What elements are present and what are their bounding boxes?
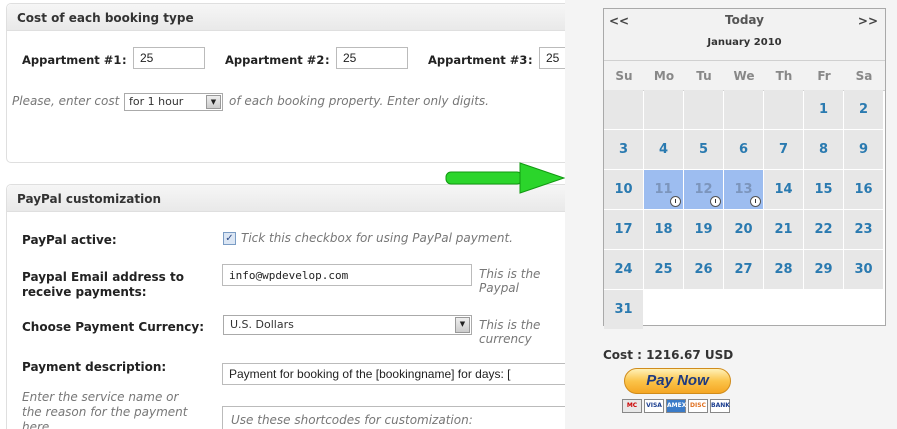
bank-icon: BANK [710, 399, 730, 413]
calendar-day[interactable]: 5 [684, 130, 723, 169]
discover-icon: DISC [688, 399, 708, 413]
paypal-email-input[interactable] [222, 264, 472, 286]
calendar: << Today >> January 2010 Su Mo Tu We Th … [603, 8, 886, 329]
calendar-blank-cell [724, 90, 763, 129]
shortcodes-textarea[interactable]: Use these shortcodes for customization: [222, 406, 565, 429]
calendar-header: << Today >> January 2010 [604, 9, 885, 61]
calendar-month-title: January 2010 [707, 37, 782, 48]
cost-period-value: for 1 hour [129, 95, 184, 108]
appartment-3-colon: : [528, 53, 533, 67]
calendar-day[interactable]: 19 [684, 210, 723, 249]
paypal-email-label-1: Paypal Email address to [22, 270, 184, 284]
next-month-button[interactable]: >> [858, 14, 878, 28]
weekday-we: We [733, 69, 755, 83]
calendar-day[interactable]: 22 [804, 210, 843, 249]
paypal-email-label-2: receive payments: [22, 285, 147, 299]
cost-hint-after: of each booking property. Enter only dig… [229, 94, 489, 108]
weekday-tu: Tu [696, 69, 712, 83]
payment-description-input[interactable] [222, 363, 565, 385]
pay-now-button[interactable]: Pay Now [624, 368, 731, 394]
weekday-sa: Sa [855, 69, 873, 83]
currency-hint: This is the currency [479, 318, 541, 346]
cost-period-select[interactable]: for 1 hour ▼ [124, 93, 223, 111]
paypal-active-checkbox[interactable]: ✓ [223, 232, 236, 245]
appartment-3-cost-input[interactable] [539, 47, 565, 69]
calendar-day[interactable]: 21 [764, 210, 803, 249]
calendar-day[interactable]: 30 [844, 250, 883, 289]
calendar-day[interactable]: 25 [644, 250, 683, 289]
calendar-day[interactable]: 11 [644, 170, 683, 209]
currency-label: Choose Payment Currency: [22, 320, 205, 334]
clock-icon [670, 196, 681, 207]
booking-cost-panel: Cost of each booking type [6, 3, 565, 163]
calendar-day[interactable]: 16 [844, 170, 883, 209]
payment-description-label: Payment description: [22, 360, 167, 374]
calendar-blank-cell [764, 90, 803, 129]
appartment-1-colon: : [122, 53, 127, 67]
calendar-day[interactable]: 4 [644, 130, 683, 169]
calendar-day[interactable]: 27 [724, 250, 763, 289]
calendar-day[interactable]: 13 [724, 170, 763, 209]
currency-select[interactable]: U.S. Dollars ▼ [223, 315, 472, 335]
calendar-day[interactable]: 14 [764, 170, 803, 209]
appartment-1-cost-input[interactable] [133, 47, 205, 69]
calendar-day[interactable]: 28 [764, 250, 803, 289]
paypal-active-hint: Tick this checkbox for using PayPal paym… [241, 231, 513, 245]
calendar-day[interactable]: 29 [804, 250, 843, 289]
visa-icon: VISA [644, 399, 664, 413]
appartment-3-label: Appartment #3 [428, 53, 528, 67]
currency-value: U.S. Dollars [230, 318, 294, 331]
calendar-day[interactable]: 23 [844, 210, 883, 249]
calendar-day[interactable]: 7 [764, 130, 803, 169]
description-help-1: Enter the service name or [22, 390, 179, 404]
weekday-mo: Mo [653, 69, 675, 83]
calendar-day[interactable]: 3 [604, 130, 643, 169]
weekday-fr: Fr [817, 69, 831, 83]
booking-cost-title: Cost of each booking type [7, 4, 565, 31]
appartment-2-colon: : [325, 53, 330, 67]
shortcodes-text: Use these shortcodes for customization: [231, 413, 473, 427]
calendar-day[interactable]: 20 [724, 210, 763, 249]
appartment-1-label: Appartment #1 [22, 53, 122, 67]
calendar-day[interactable]: 26 [684, 250, 723, 289]
clock-icon [710, 196, 721, 207]
settings-area: Cost of each booking type Appartment #1 … [0, 0, 565, 429]
total-cost: Cost : 1216.67 USD [603, 348, 734, 362]
description-help-2: the reason for the payment [22, 405, 188, 419]
calendar-day[interactable]: 6 [724, 130, 763, 169]
calendar-day[interactable]: 8 [804, 130, 843, 169]
calendar-blank-cell [684, 90, 723, 129]
calendar-day[interactable]: 10 [604, 170, 643, 209]
calendar-day[interactable]: 2 [844, 90, 883, 129]
calendar-day[interactable]: 15 [804, 170, 843, 209]
paypal-active-label: PayPal active: [22, 233, 117, 247]
mastercard-icon: MC [622, 399, 642, 413]
appartment-2-cost-input[interactable] [336, 47, 408, 69]
today-button[interactable]: Today [604, 13, 885, 27]
calendar-day[interactable]: 24 [604, 250, 643, 289]
calendar-day[interactable]: 18 [644, 210, 683, 249]
clock-icon [750, 196, 761, 207]
calendar-blank-cell [604, 90, 643, 129]
weekday-row: Su Mo Tu We Th Fr Sa [604, 61, 885, 91]
chevron-down-icon: ▼ [206, 95, 221, 109]
calendar-day[interactable]: 12 [684, 170, 723, 209]
calendar-blank-cell [644, 90, 683, 129]
weekday-su: Su [615, 69, 633, 83]
appartment-2-label: Appartment #2 [225, 53, 325, 67]
calendar-day[interactable]: 1 [804, 90, 843, 129]
cost-hint-before: Please, enter cost [12, 94, 120, 108]
chevron-down-icon: ▼ [455, 317, 470, 333]
calendar-day[interactable]: 17 [604, 210, 643, 249]
calendar-day[interactable]: 9 [844, 130, 883, 169]
weekday-th: Th [775, 69, 793, 83]
arrow-pointer-icon [445, 162, 566, 194]
amex-icon: AMEX [666, 399, 686, 413]
paypal-email-hint: This is the Paypal [479, 267, 541, 295]
calendar-day[interactable]: 31 [604, 290, 643, 329]
description-help-3: here. [22, 420, 54, 429]
